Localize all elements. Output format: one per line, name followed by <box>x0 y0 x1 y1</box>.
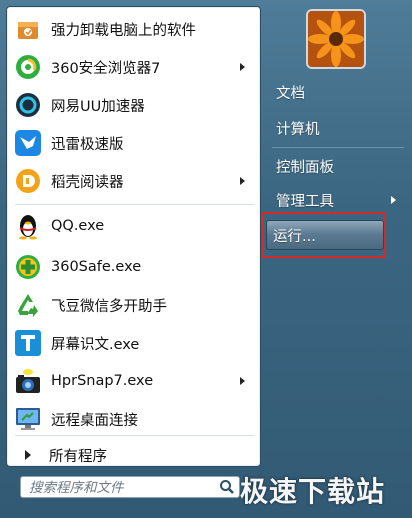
right-item-label: 计算机 <box>276 121 320 138</box>
program-item-uu[interactable]: 网易UU加速器 <box>13 88 253 122</box>
thunder-bird-icon <box>13 128 43 158</box>
program-label: 稻壳阅读器 <box>51 174 124 191</box>
right-item-control-panel[interactable]: 控制面板 <box>270 150 408 182</box>
divider <box>272 147 404 148</box>
qq-penguin-icon <box>13 211 43 241</box>
360-safe-icon <box>13 252 43 282</box>
divider <box>15 435 255 436</box>
divider <box>15 204 255 205</box>
right-item-label: 管理工具 <box>276 193 334 210</box>
submenu-arrow-icon <box>240 177 245 185</box>
program-item-qq[interactable]: QQ.exe <box>13 209 253 243</box>
remote-desktop-icon <box>13 404 43 434</box>
right-item-computer[interactable]: 计算机 <box>270 112 408 144</box>
camera-icon <box>13 366 43 396</box>
all-programs-button[interactable]: 所有程序 <box>13 443 253 467</box>
program-item-feidou[interactable]: 飞豆微信多开助手 <box>13 288 253 322</box>
uu-accelerator-icon <box>13 90 43 120</box>
program-label: 迅雷极速版 <box>51 136 124 153</box>
program-item-screen-ocr[interactable]: 屏幕识文.exe <box>13 326 253 360</box>
right-item-label: 控制面板 <box>276 159 334 176</box>
program-label: QQ.exe <box>51 218 105 234</box>
program-item-hprsnap[interactable]: HprSnap7.exe <box>13 364 253 398</box>
program-item-uninstaller[interactable]: 强力卸载电脑上的软件 <box>13 12 253 46</box>
recycle-icon <box>13 290 43 320</box>
program-item-docer[interactable]: 稻壳阅读器 <box>13 164 253 198</box>
search-input[interactable] <box>27 478 211 498</box>
flower-picture-icon <box>308 11 364 67</box>
program-label: 网易UU加速器 <box>51 98 145 115</box>
annotation-highlight-box <box>262 212 386 258</box>
program-item-360-browser[interactable]: 360安全浏览器7 <box>13 50 253 84</box>
all-programs-label: 所有程序 <box>49 448 107 465</box>
user-avatar[interactable] <box>306 9 366 69</box>
start-menu: 强力卸载电脑上的软件 360安全浏览器7 网易UU加速器 迅雷极速版 稻壳阅读器… <box>0 0 412 518</box>
submenu-arrow-icon <box>391 196 396 204</box>
program-item-thunder[interactable]: 迅雷极速版 <box>13 126 253 160</box>
expand-arrow-icon <box>25 450 31 460</box>
programs-panel: 强力卸载电脑上的软件 360安全浏览器7 网易UU加速器 迅雷极速版 稻壳阅读器… <box>6 6 261 467</box>
program-item-remote-desktop[interactable]: 远程桌面连接 <box>13 402 253 436</box>
submenu-arrow-icon <box>240 63 245 71</box>
program-label: 远程桌面连接 <box>51 412 138 429</box>
program-label: 360Safe.exe <box>51 259 142 275</box>
search-icon[interactable] <box>219 479 235 495</box>
right-item-documents[interactable]: 文档 <box>270 76 408 108</box>
program-label: 飞豆微信多开助手 <box>51 298 167 315</box>
uninstall-box-icon <box>13 14 43 44</box>
program-label: 强力卸载电脑上的软件 <box>51 22 196 39</box>
right-item-label: 文档 <box>276 85 305 102</box>
program-item-360safe[interactable]: 360Safe.exe <box>13 250 253 284</box>
submenu-arrow-icon <box>240 377 245 385</box>
search-field[interactable] <box>20 476 240 498</box>
docer-reader-icon <box>13 166 43 196</box>
program-label: HprSnap7.exe <box>51 373 154 389</box>
t-text-icon <box>13 328 43 358</box>
360-browser-icon <box>13 52 43 82</box>
watermark-text: 极速下载站 <box>240 475 386 508</box>
program-label: 屏幕识文.exe <box>51 336 140 353</box>
program-label: 360安全浏览器7 <box>51 60 161 77</box>
